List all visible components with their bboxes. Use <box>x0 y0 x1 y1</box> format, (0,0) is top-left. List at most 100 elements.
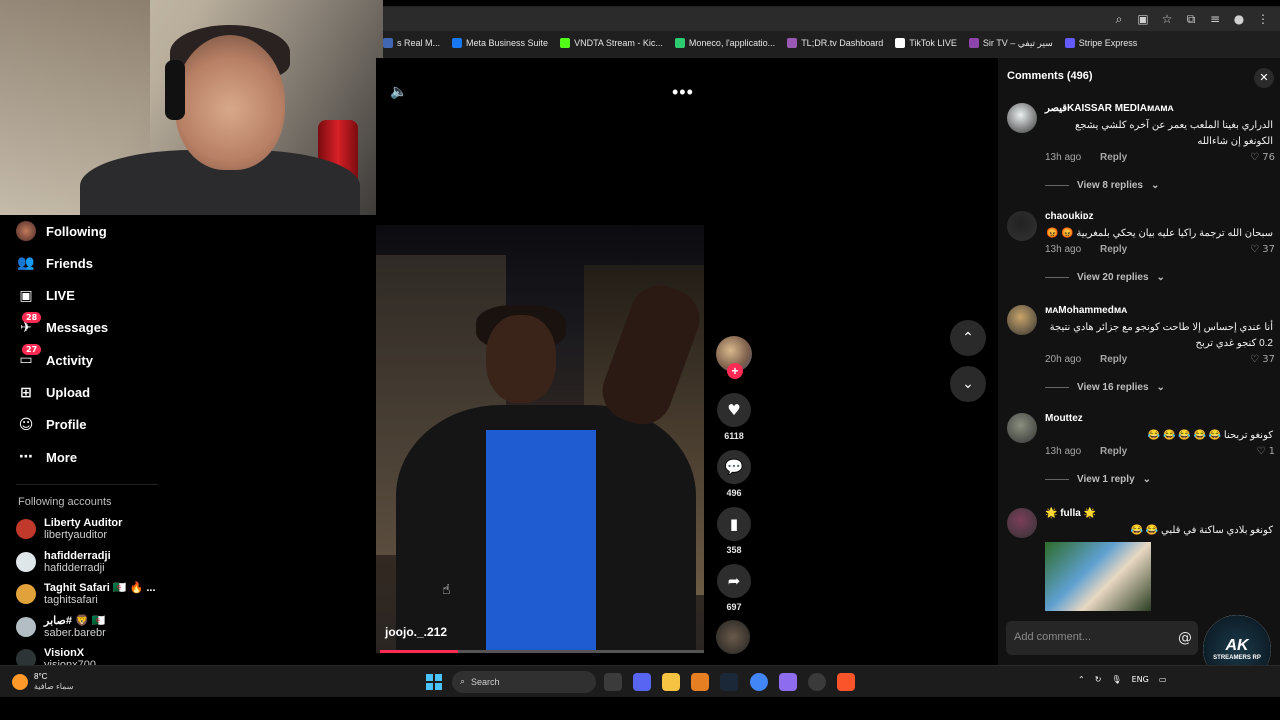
share-icon[interactable]: ➦ <box>717 564 751 598</box>
chevron-down-icon: ⌄ <box>1156 272 1165 283</box>
chrome-icon[interactable] <box>750 673 768 691</box>
sidebar-item-label: Activity <box>46 352 93 368</box>
media-icon[interactable]: ≡ <box>1206 10 1224 28</box>
sidebar-item-profile[interactable]: ☺ Profile <box>16 415 87 435</box>
share-action[interactable]: ➦ 697 <box>716 564 752 612</box>
video-author[interactable]: joojo._.212 <box>385 625 447 639</box>
comment-like-button[interactable]: ♡ 37 <box>1250 244 1275 255</box>
sidebar-item-label: LIVE <box>46 288 75 304</box>
task-view-icon[interactable] <box>604 673 622 691</box>
sidebar-item-live[interactable]: ▣ LIVE <box>16 286 75 306</box>
view-replies-button[interactable]: View 1 reply ⌄ <box>1045 474 1151 485</box>
bookmark-item[interactable]: Sir TV – سير تيفي <box>968 34 1053 52</box>
video-progress-bar[interactable] <box>380 650 704 653</box>
profile-icon[interactable]: ● <box>1230 10 1248 28</box>
comment-like-count: 1 <box>1268 446 1275 457</box>
sound-disc[interactable] <box>716 620 750 654</box>
comment-like-button[interactable]: ♡ 37 <box>1250 354 1275 365</box>
sidebar-item-messages[interactable]: ✈ 28 Messages <box>16 311 108 338</box>
follow-plus-icon[interactable]: + <box>727 363 743 379</box>
sidebar-item-following[interactable]: Following <box>16 221 107 241</box>
mention-icon[interactable]: @ <box>1178 630 1192 646</box>
sidebar-item-friends[interactable]: 👥 Friends <box>16 253 93 273</box>
sync-icon[interactable]: ↻ <box>1095 675 1102 684</box>
comment-author[interactable]: 🌟 fulla 🌟 <box>1045 508 1096 519</box>
reply-button[interactable]: Reply <box>1100 354 1127 365</box>
bookmark-icon[interactable]: ▮ <box>717 507 751 541</box>
comment-action[interactable]: 💬 496 <box>716 450 752 498</box>
next-video-button[interactable]: ⌄ <box>950 366 986 402</box>
app-icon[interactable] <box>691 673 709 691</box>
feather-icon[interactable] <box>779 673 797 691</box>
network-icon[interactable]: ▭ <box>1159 675 1167 684</box>
bookmark-item[interactable]: s Real M... <box>383 34 440 52</box>
comment-author[interactable]: Mouttez <box>1045 413 1083 424</box>
bookmark-favicon-icon <box>968 38 979 48</box>
taskbar-search[interactable]: ⌕ Search <box>452 671 596 693</box>
view-replies-button[interactable]: View 16 replies ⌄ <box>1045 382 1165 393</box>
sidebar-item-activity[interactable]: ▭ 27 Activity <box>16 344 93 370</box>
comment-like-button[interactable]: ♡ 76 <box>1250 152 1275 163</box>
previous-video-button[interactable]: ⌃ <box>950 320 986 356</box>
sidebar-item-upload[interactable]: ⊞ Upload <box>16 383 90 403</box>
view-replies-button[interactable]: View 20 replies ⌄ <box>1045 272 1165 283</box>
weather-temp: 8°C <box>34 672 48 681</box>
avatar[interactable] <box>1007 211 1037 241</box>
avatar[interactable] <box>1007 413 1037 443</box>
divider <box>1045 277 1069 278</box>
extensions-icon[interactable]: ⧉ <box>1182 10 1200 28</box>
more-options-icon[interactable]: ••• <box>672 82 694 103</box>
account-username: hafidderradji <box>44 561 105 574</box>
file-explorer-icon[interactable] <box>662 673 680 691</box>
bookmark-item[interactable]: TL;DR.tv Dashboard <box>787 34 883 52</box>
reply-button[interactable]: Reply <box>1100 446 1127 457</box>
bookmark-item[interactable]: Moneco, l'applicatio... <box>674 34 775 52</box>
bookmark-item[interactable]: Meta Business Suite <box>452 34 548 52</box>
share-count: 697 <box>726 602 742 612</box>
comment-author[interactable]: ᴍᴀMohammedᴍᴀ <box>1045 305 1127 316</box>
discord-icon[interactable] <box>633 673 651 691</box>
chevron-down-icon: ⌄ <box>962 376 974 392</box>
steam-icon[interactable] <box>720 673 738 691</box>
following-account[interactable]: hafidderradji hafidderradji <box>16 550 111 574</box>
comment-author[interactable]: قيصرKAISSAR MEDIAᴍᴀᴍᴀ <box>1045 103 1174 114</box>
obs-icon[interactable] <box>808 673 826 691</box>
windows-start-icon[interactable] <box>426 674 442 690</box>
close-icon[interactable]: ✕ <box>1254 68 1274 88</box>
view-replies-button[interactable]: View 8 replies ⌄ <box>1045 180 1159 191</box>
comment-author[interactable]: chaoukiᴅᴢ <box>1045 211 1094 222</box>
comment-like-button[interactable]: ♡ 1 <box>1256 446 1275 457</box>
reply-button[interactable]: Reply <box>1100 244 1127 255</box>
mic-icon[interactable]: 🎙 <box>1111 675 1121 684</box>
bookmark-item[interactable]: VNDTA Stream - Kic... <box>560 34 663 52</box>
following-account[interactable]: Taghit Safari 🇩🇿 🔥 ... taghitsafari <box>16 582 156 606</box>
comment-input[interactable]: Add comment... <box>1006 621 1198 655</box>
star-icon[interactable]: ☆ <box>1158 10 1176 28</box>
following-account[interactable]: صابر# 🦁 🇩🇿 saber.barebr <box>16 615 106 639</box>
brave-icon[interactable] <box>837 673 855 691</box>
video-player[interactable] <box>376 225 704 653</box>
language-indicator[interactable]: ENG <box>1132 675 1149 684</box>
following-account[interactable]: Liberty Auditor libertyauditor <box>16 517 122 541</box>
avatar[interactable] <box>1007 103 1037 133</box>
avatar[interactable] <box>1007 508 1037 538</box>
comment-image[interactable] <box>1045 542 1151 611</box>
zoom-icon[interactable]: ⌕ <box>1110 10 1128 28</box>
bookmark-item[interactable]: Stripe Express <box>1064 34 1137 52</box>
comment-text: كونغو تربحنا 😂 😂 😂 😂 😂 <box>1147 430 1273 441</box>
cast-icon[interactable]: ▣ <box>1134 10 1152 28</box>
chevron-up-icon[interactable]: ⌃ <box>1078 675 1085 684</box>
comment-icon[interactable]: 💬 <box>717 450 751 484</box>
reply-button[interactable]: Reply <box>1100 152 1127 163</box>
volume-icon[interactable]: 🔈 <box>390 84 407 100</box>
comment-time: 13h ago <box>1045 446 1082 457</box>
like-action[interactable]: ♥ 6118 <box>716 393 752 441</box>
menu-icon[interactable]: ⋮ <box>1254 10 1272 28</box>
chevron-down-icon: ⌄ <box>1156 382 1165 393</box>
weather-widget[interactable]: 8°C سماء صافية <box>12 672 74 692</box>
sidebar-item-more[interactable]: ⋯ More <box>16 447 77 467</box>
heart-icon[interactable]: ♥ <box>717 393 751 427</box>
avatar[interactable] <box>1007 305 1037 335</box>
bookmark-item[interactable]: TikTok LIVE <box>895 34 957 52</box>
save-action[interactable]: ▮ 358 <box>716 507 752 555</box>
